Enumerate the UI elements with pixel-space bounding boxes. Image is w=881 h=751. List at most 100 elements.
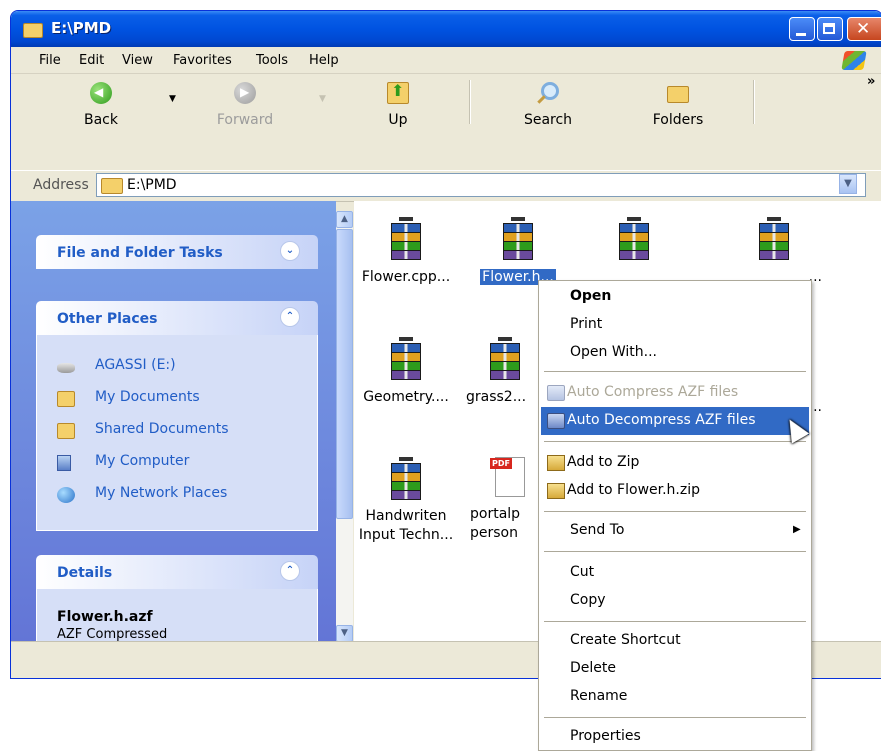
- menu-cut[interactable]: Cut: [541, 559, 809, 587]
- close-button[interactable]: [847, 17, 881, 41]
- rar-archive-icon: [617, 217, 651, 260]
- address-field[interactable]: E:\PMD ▼: [96, 173, 866, 197]
- menu-help[interactable]: Help: [309, 53, 339, 68]
- archive-cap-icon: [399, 217, 413, 221]
- menu-file[interactable]: File: [39, 53, 61, 68]
- title-bar[interactable]: E:\PMD: [11, 11, 881, 47]
- menu-separator: [544, 441, 806, 442]
- other-places-panel: AGASSI (E:) My Documents Shared Document…: [36, 335, 318, 531]
- menu-rename[interactable]: Rename: [541, 683, 809, 711]
- back-dropdown-icon[interactable]: ▼: [169, 94, 176, 104]
- menu-delete[interactable]: Delete: [541, 655, 809, 683]
- file-item[interactable]: ...: [722, 217, 826, 287]
- menu-view[interactable]: View: [122, 53, 153, 68]
- menu-send-to[interactable]: Send To ▶: [541, 517, 809, 545]
- rar-archive-icon: [488, 337, 522, 380]
- forward-arrow-icon: [234, 82, 256, 104]
- menu-create-shortcut[interactable]: Create Shortcut: [541, 627, 809, 655]
- menu-auto-decompress[interactable]: Auto Decompress AZF files: [541, 407, 809, 435]
- chevron-down-icon[interactable]: ▼: [839, 174, 857, 194]
- submenu-arrow-icon: ▶: [793, 524, 801, 535]
- computer-icon: [57, 455, 71, 471]
- maximize-button[interactable]: [817, 17, 843, 41]
- file-name: Handwriten Input Techn...: [358, 508, 454, 543]
- archive-layer: [619, 250, 649, 260]
- context-menu: Open Print Open With... Auto Compress AZ…: [538, 280, 812, 751]
- windows-logo-icon: [841, 51, 867, 70]
- archive-layer: [503, 250, 533, 260]
- scroll-up-icon[interactable]: ▲: [336, 211, 353, 228]
- scroll-down-icon[interactable]: ▼: [336, 625, 353, 642]
- zip-icon: [547, 455, 565, 471]
- search-button[interactable]: Search: [505, 82, 591, 138]
- menu-separator: [544, 371, 806, 372]
- minimize-button[interactable]: [789, 17, 815, 41]
- collapse-chevron-icon[interactable]: ⌃: [280, 561, 300, 581]
- menu-copy[interactable]: Copy: [541, 587, 809, 615]
- file-name: Flower.cpp...: [361, 269, 451, 285]
- details-panel: Flower.h.azf AZF Compressed: [36, 589, 318, 649]
- file-folder-tasks-header[interactable]: File and Folder Tasks ⌄: [36, 235, 318, 269]
- search-icon: [541, 82, 559, 100]
- up-folder-icon: [387, 81, 409, 104]
- panel-title: Other Places: [57, 311, 158, 327]
- file-name: Geometry....: [363, 389, 449, 405]
- rar-archive-icon: [389, 217, 423, 260]
- folder-icon: [101, 178, 123, 194]
- folders-button[interactable]: Folders: [623, 82, 733, 138]
- address-bar: Address E:\PMD ▼: [11, 170, 881, 202]
- menu-add-to-zip[interactable]: Add to Zip: [541, 449, 809, 477]
- file-item[interactable]: Geometry....: [354, 337, 458, 407]
- file-item[interactable]: Flower.cpp...: [354, 217, 458, 287]
- archive-cap-icon: [399, 457, 413, 461]
- menu-favorites[interactable]: Favorites: [173, 53, 232, 68]
- task-pane-scrollbar[interactable]: ▲ ▼: [336, 211, 353, 643]
- file-item[interactable]: Handwriten Input Techn...: [354, 457, 458, 545]
- address-label: Address: [33, 177, 89, 193]
- menu-open-with[interactable]: Open With...: [541, 339, 809, 367]
- toolbar-chevron-icon[interactable]: »: [867, 74, 875, 89]
- details-file-name: Flower.h.azf: [57, 609, 153, 625]
- expand-chevron-icon[interactable]: ⌄: [280, 241, 300, 261]
- menu-separator: [544, 717, 806, 718]
- toolbar: Back ▼ Forward ▼ Up Search Folders »: [11, 74, 881, 170]
- other-places-header[interactable]: Other Places ⌃: [36, 301, 318, 335]
- forward-dropdown-icon[interactable]: ▼: [319, 94, 326, 104]
- forward-button[interactable]: Forward: [207, 82, 283, 138]
- task-pane: File and Folder Tasks ⌄ Other Places ⌃ A…: [11, 201, 336, 649]
- archive-layer: [490, 370, 520, 380]
- shared-folder-icon: [57, 423, 75, 439]
- rar-archive-icon: [389, 457, 423, 500]
- back-arrow-icon: [90, 82, 112, 104]
- scroll-thumb[interactable]: [336, 229, 353, 519]
- toolbar-separator: [753, 80, 755, 124]
- back-button[interactable]: Back: [63, 82, 139, 138]
- panel-title: Details: [57, 565, 113, 581]
- menu-edit[interactable]: Edit: [79, 53, 104, 68]
- my-documents-icon: [57, 391, 75, 407]
- archive-layer: [391, 370, 421, 380]
- azf-compress-icon: [547, 385, 565, 401]
- rar-archive-icon: [389, 337, 423, 380]
- file-item[interactable]: [582, 217, 686, 260]
- archive-layer: [391, 250, 421, 260]
- window-title: E:\PMD: [51, 19, 112, 37]
- details-header[interactable]: Details ⌃: [36, 555, 318, 589]
- file-name: grass2...: [466, 389, 527, 405]
- menu-properties[interactable]: Properties: [541, 723, 809, 751]
- collapse-chevron-icon[interactable]: ⌃: [280, 307, 300, 327]
- up-button[interactable]: Up: [363, 81, 433, 138]
- file-item-selected[interactable]: Flower.h...: [466, 217, 570, 287]
- folder-icon: [23, 23, 43, 38]
- azf-decompress-icon: [547, 413, 565, 429]
- network-icon: [57, 487, 75, 503]
- archive-cap-icon: [627, 217, 641, 221]
- menu-auto-compress: Auto Compress AZF files: [541, 379, 809, 407]
- archive-layer: [759, 250, 789, 260]
- menu-add-to-named-zip[interactable]: Add to Flower.h.zip: [541, 477, 809, 505]
- menu-bar: File Edit View Favorites Tools Help: [11, 47, 881, 74]
- menu-tools[interactable]: Tools: [256, 53, 288, 68]
- menu-open[interactable]: Open: [541, 283, 809, 311]
- menu-print[interactable]: Print: [541, 311, 809, 339]
- pdf-file-icon: PDF: [490, 457, 525, 497]
